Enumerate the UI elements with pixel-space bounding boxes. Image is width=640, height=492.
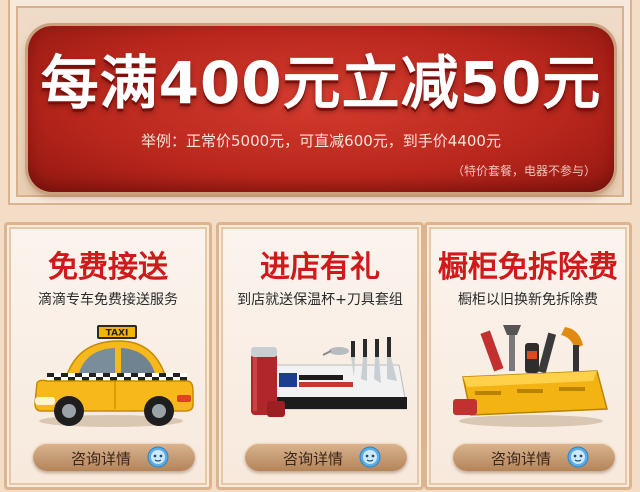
consult-button-label: 咨询详情: [491, 450, 552, 468]
promo-note: （特价套餐，电器不参与）: [451, 164, 596, 178]
promo-example: 举例：正常价5000元，可直减600元，到手价4400元: [141, 132, 501, 150]
gift-set-image: [251, 337, 407, 417]
chat-bubble-face-icon: [359, 446, 381, 468]
taxi-sign-text: TAXI: [106, 329, 129, 339]
chat-bubble-face-icon: [567, 446, 589, 468]
card-store-gift: 进店有礼 到店就送保温杯+刀具套组 咨询详情: [216, 222, 424, 490]
consult-button[interactable]: 咨询详情: [245, 443, 407, 471]
card-subtitle: 到店就送保温杯+刀具套组: [237, 292, 403, 308]
consult-button[interactable]: 咨询详情: [33, 443, 195, 471]
chat-bubble-face-icon: [147, 446, 169, 468]
card-title: 进店有礼: [260, 250, 380, 285]
taxi-image: TAXI: [34, 325, 194, 427]
consult-button-label: 咨询详情: [283, 450, 344, 468]
promo-title: 每满400元立减50元: [40, 49, 602, 117]
card-subtitle: 橱柜以旧换新免拆除费: [458, 292, 598, 308]
promo-banner: 每满400元立减50元 举例：正常价5000元，可直减600元，到手价4400元…: [28, 26, 614, 192]
consult-button[interactable]: 咨询详情: [453, 443, 615, 471]
card-title: 橱柜免拆除费: [438, 250, 618, 285]
card-title: 免费接送: [48, 250, 168, 285]
consult-button-label: 咨询详情: [71, 450, 132, 468]
card-free-pickup: 免费接送 滴滴专车免费接送服务 TAXI 咨询详情: [4, 222, 212, 490]
card-subtitle: 滴滴专车免费接送服务: [38, 292, 178, 308]
toolbox-image: [453, 325, 608, 427]
card-free-removal: 橱柜免拆除费 橱柜以旧换新免拆除费 咨询详情: [424, 222, 632, 490]
